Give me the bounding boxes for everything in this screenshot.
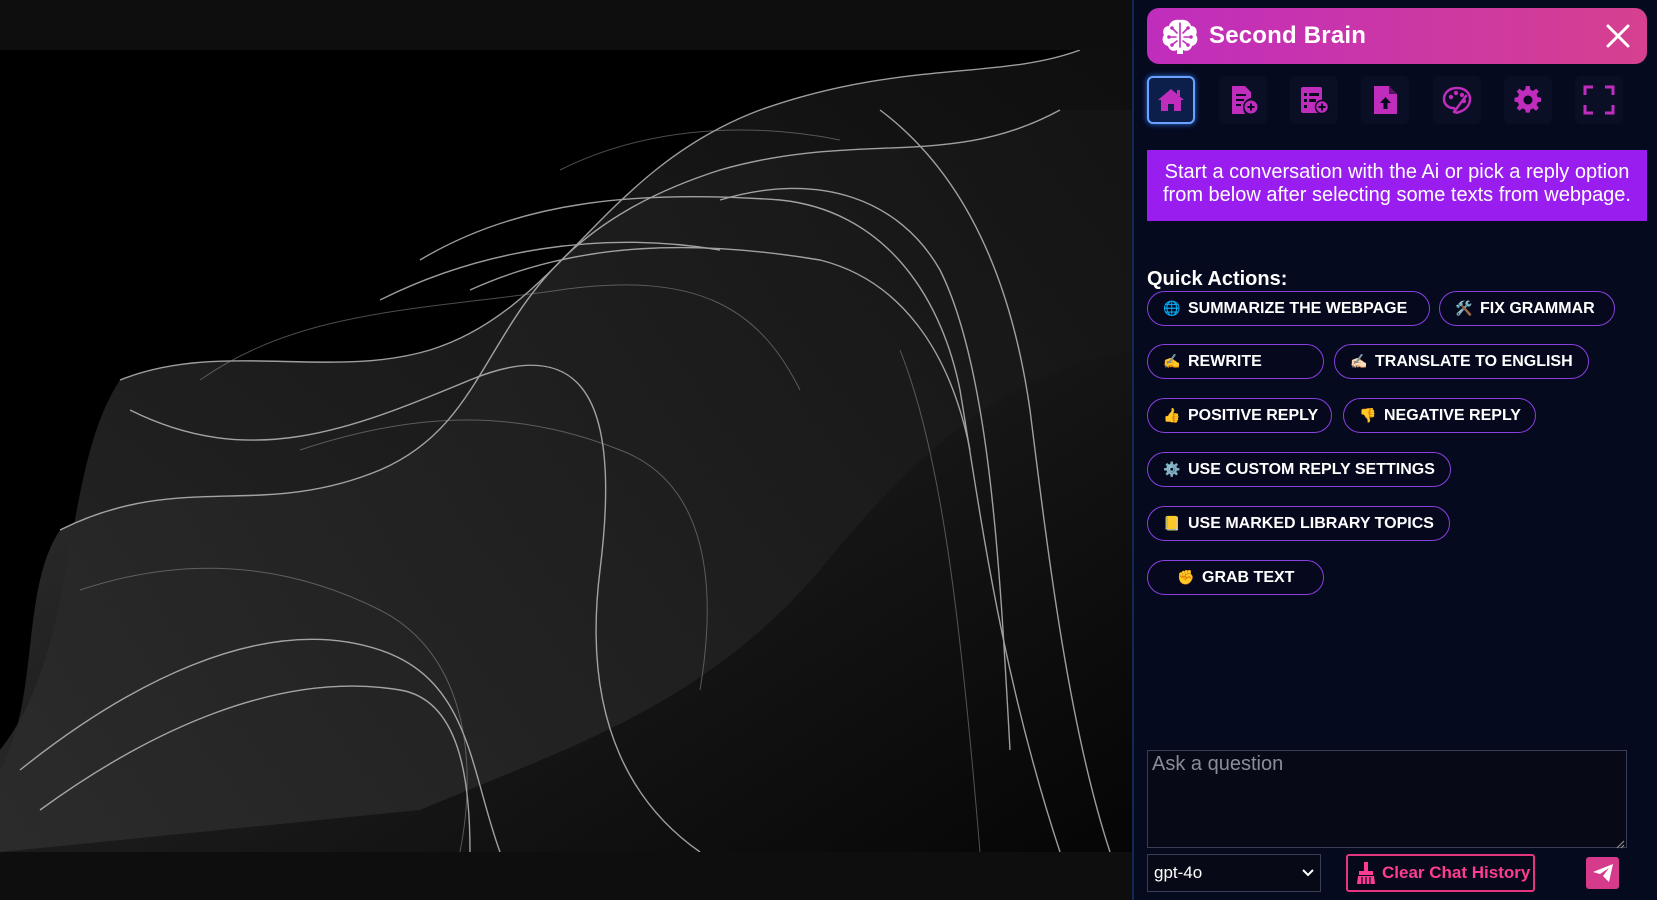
panel-title: Second Brain xyxy=(1209,22,1367,49)
globe-icon: 🌐 xyxy=(1163,300,1181,316)
button-label: USE CUSTOM REPLY SETTINGS xyxy=(1188,460,1435,478)
panel-toolbar xyxy=(1147,76,1647,126)
button-label: FIX GRAMMAR xyxy=(1480,299,1595,317)
home-icon xyxy=(1158,89,1184,111)
button-label: SUMMARIZE THE WEBPAGE xyxy=(1188,299,1408,317)
add-document-icon xyxy=(1232,86,1258,114)
intro-banner: Start a conversation with the Ai or pick… xyxy=(1147,150,1647,221)
second-brain-panel: Second Brain Start a conversation with t… xyxy=(1132,0,1657,900)
button-label: USE MARKED LIBRARY TOPICS xyxy=(1188,514,1434,532)
fullscreen-icon xyxy=(1583,85,1615,115)
gear-icon: ⚙️ xyxy=(1163,461,1181,477)
button-label: POSITIVE REPLY xyxy=(1188,406,1319,424)
tab-add-document[interactable] xyxy=(1219,76,1267,124)
positive-reply-button[interactable]: 👍 POSITIVE REPLY xyxy=(1147,398,1332,433)
tab-add-list[interactable] xyxy=(1290,76,1338,124)
custom-reply-settings-button[interactable]: ⚙️ USE CUSTOM REPLY SETTINGS xyxy=(1147,452,1451,487)
translate-to-english-button[interactable]: ✍🏻 TRANSLATE TO ENGLISH xyxy=(1334,344,1589,379)
send-button[interactable] xyxy=(1586,857,1619,889)
tools-icon: 🛠️ xyxy=(1455,300,1473,316)
tab-home[interactable] xyxy=(1147,76,1195,124)
negative-reply-button[interactable]: 👎 NEGATIVE REPLY xyxy=(1343,398,1536,433)
close-button[interactable] xyxy=(1601,19,1635,53)
close-icon xyxy=(1606,24,1630,48)
textarea-resize-handle[interactable] xyxy=(1615,836,1625,849)
model-select-value: gpt-4o xyxy=(1154,863,1203,882)
tab-upload-file[interactable] xyxy=(1361,76,1409,124)
page-top-bar xyxy=(0,0,1132,50)
wallpaper-image xyxy=(0,50,1132,852)
notebook-icon: 📒 xyxy=(1163,515,1181,531)
question-input[interactable] xyxy=(1147,750,1627,848)
gear-icon xyxy=(1514,86,1542,113)
fist-icon: ✊ xyxy=(1177,569,1195,585)
thumbs-up-icon: 👍 xyxy=(1163,407,1181,423)
page-bottom-bar xyxy=(0,852,1132,900)
grab-text-button[interactable]: ✊ GRAB TEXT xyxy=(1147,560,1324,595)
button-label: REWRITE xyxy=(1188,352,1262,370)
clear-chat-history-label: Clear Chat History xyxy=(1382,863,1531,882)
rewrite-button[interactable]: ✍️ REWRITE xyxy=(1147,344,1324,379)
model-select[interactable]: gpt-4o xyxy=(1147,854,1321,892)
fix-grammar-button[interactable]: 🛠️ FIX GRAMMAR xyxy=(1439,291,1615,326)
tab-settings[interactable] xyxy=(1504,76,1552,124)
summarize-webpage-button[interactable]: 🌐 SUMMARIZE THE WEBPAGE xyxy=(1147,291,1430,326)
send-icon xyxy=(1592,864,1613,882)
add-list-icon xyxy=(1301,87,1329,115)
button-label: NEGATIVE REPLY xyxy=(1384,406,1521,424)
tab-fullscreen[interactable] xyxy=(1575,76,1623,124)
button-label: GRAB TEXT xyxy=(1202,568,1295,586)
clear-chat-history-button[interactable]: Clear Chat History xyxy=(1346,854,1535,892)
broom-icon xyxy=(1356,861,1376,885)
button-label: TRANSLATE TO ENGLISH xyxy=(1375,352,1573,370)
thumbs-down-icon: 👎 xyxy=(1359,407,1377,423)
writing-hand-icon: ✍🏻 xyxy=(1350,353,1368,369)
upload-file-icon xyxy=(1374,86,1397,114)
quick-actions-heading: Quick Actions: xyxy=(1147,268,1288,290)
writing-hand-icon: ✍️ xyxy=(1163,353,1181,369)
marked-library-topics-button[interactable]: 📒 USE MARKED LIBRARY TOPICS xyxy=(1147,506,1450,541)
chevron-down-icon xyxy=(1302,869,1314,877)
tab-theme[interactable] xyxy=(1433,76,1481,124)
panel-header: Second Brain xyxy=(1147,8,1647,64)
palette-icon xyxy=(1442,86,1472,114)
brain-logo-icon xyxy=(1159,15,1201,57)
